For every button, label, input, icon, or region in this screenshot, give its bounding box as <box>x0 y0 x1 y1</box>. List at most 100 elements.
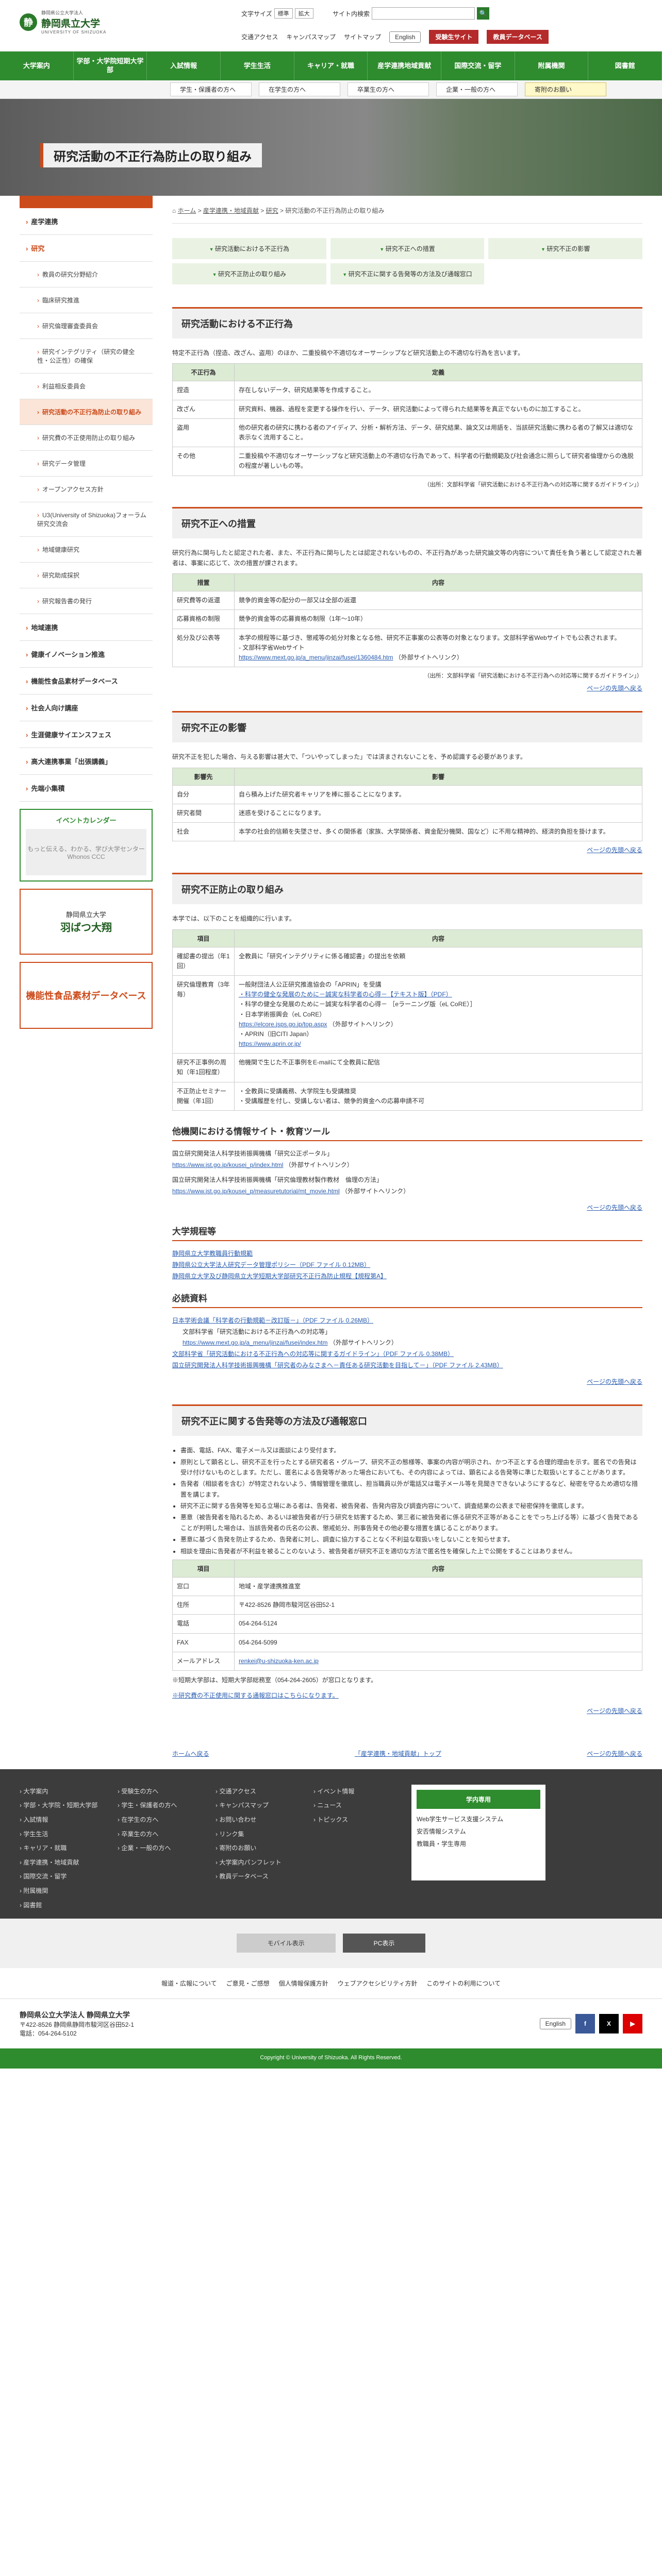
page-top-link[interactable]: ページの先頭へ戻る <box>587 1378 642 1385</box>
internal-link[interactable]: Web学生サービス支援システム <box>417 1813 540 1825</box>
breadcrumb-item[interactable]: 研究 <box>266 207 278 214</box>
footer-link[interactable]: 国際交流・留学 <box>20 1870 107 1884</box>
funding-report-link[interactable]: ※研究費の不正使用に関する通報窓口はこちらになります。 <box>172 1692 339 1699</box>
nav-item[interactable]: 国際交流・留学 <box>441 52 515 80</box>
applicants-site-button[interactable]: 受験生サイト <box>429 30 479 44</box>
mext-link[interactable]: https://www.mext.go.jp/a_menu/jinzai/fus… <box>239 654 393 661</box>
footer-link[interactable]: このサイトの利用について <box>426 1979 501 1988</box>
footer-link[interactable]: 報道・広報について <box>161 1979 217 1988</box>
search-icon[interactable]: 🔍 <box>477 7 490 20</box>
rule-link[interactable]: 静岡県公立大学法人研究データ管理ポリシー（PDF ファイル 0.12MB） <box>172 1261 370 1268</box>
sidebar-item[interactable]: 生涯健康サイエンスフェス <box>20 721 153 748</box>
email-link[interactable]: renkei@u-shizuoka-ken.ac.jp <box>239 1657 319 1665</box>
sidebar-item[interactable]: 産学連携 <box>20 208 153 235</box>
aprin-link[interactable]: https://www.aprin.or.jp/ <box>239 1040 301 1047</box>
sidebar-item[interactable]: 研究費の不正使用防止の取り組み <box>20 425 153 451</box>
audience-item[interactable]: 学生・保護者の方へ <box>170 82 252 96</box>
page-top-link[interactable]: ページの先頭へ戻る <box>587 846 642 854</box>
font-normal-button[interactable]: 標準 <box>274 8 293 19</box>
sidebar-item[interactable]: 研究倫理審査委員会 <box>20 313 153 339</box>
page-top-link[interactable]: ページの先頭へ戻る <box>587 1204 642 1211</box>
event-calendar-banner[interactable]: イベントカレンダー もっと伝える、わかる、学び大学センター Whonos CCC <box>20 809 153 882</box>
youtube-icon[interactable]: ▶ <box>623 2013 642 2033</box>
english-button[interactable]: English <box>389 31 421 43</box>
sidebar-item[interactable]: 先端小集積 <box>20 775 153 802</box>
mobile-view-button[interactable]: モバイル表示 <box>236 1934 336 1953</box>
pc-view-button[interactable]: PC表示 <box>342 1934 426 1953</box>
audience-item[interactable]: 在学生の方へ <box>259 82 340 96</box>
footer-link[interactable]: お問い合わせ <box>216 1813 303 1827</box>
breadcrumb-item[interactable]: 産学連携・地域貢献 <box>203 207 259 214</box>
footer-link[interactable]: 寄附のお願い <box>216 1841 303 1856</box>
footer-link[interactable]: 個人情報保護方針 <box>279 1979 328 1988</box>
footer-link[interactable]: 卒業生の方へ <box>118 1827 205 1842</box>
util-link-access[interactable]: 交通アクセス <box>241 32 278 41</box>
internal-link[interactable]: 安否情報システム <box>417 1825 540 1838</box>
doc-link[interactable]: 国立研究開発法人科学技術振興機構「研究者のみなさまへ－責任ある研究活動を目指して… <box>172 1362 503 1369</box>
footer-link[interactable]: 入試情報 <box>20 1813 107 1827</box>
footer-link[interactable]: 在学生の方へ <box>118 1813 205 1827</box>
nav-item[interactable]: 産学連携地域貢献 <box>368 52 442 80</box>
breadcrumb-home[interactable]: ホーム <box>178 207 196 214</box>
footer-link[interactable]: キャリア・就職 <box>20 1841 107 1856</box>
doc-link[interactable]: 文部科学省「研究活動における不正行為への対応等に関するガイドライン」（PDF フ… <box>172 1350 454 1358</box>
footer-link[interactable]: トピックス <box>313 1813 401 1827</box>
doc-link[interactable]: 日本学術会議「科学者の行動規範－改訂版－」（PDF ファイル 0.26MB） <box>172 1317 373 1324</box>
footer-link[interactable]: ニュース <box>313 1799 401 1813</box>
tool-link[interactable]: https://www.jst.go.jp/kousei_p/index.htm… <box>172 1161 283 1168</box>
sidebar-item[interactable]: 高大連携事業「出張講義」 <box>20 748 153 775</box>
rule-link[interactable]: 静岡県立大学教職員行動規範 <box>172 1250 253 1257</box>
footer-link[interactable]: 大学案内パンフレット <box>216 1856 303 1870</box>
nav-item[interactable]: 学部・大学院短期大学部 <box>74 52 147 80</box>
sidebar-item[interactable]: 研究 <box>20 235 153 262</box>
footer-link[interactable]: 学生生活 <box>20 1827 107 1842</box>
font-large-button[interactable]: 拡大 <box>294 8 313 19</box>
food-db-banner[interactable]: 機能性食品素材データベース <box>20 962 153 1029</box>
x-icon[interactable]: X <box>599 2013 619 2033</box>
page-top-link[interactable]: ページの先頭へ戻る <box>587 685 642 692</box>
audience-item[interactable]: 企業・一般の方へ <box>436 82 518 96</box>
footer-link[interactable]: 附属機関 <box>20 1884 107 1899</box>
sidebar-item[interactable]: 機能性食品素材データベース <box>20 668 153 694</box>
elcore-link[interactable]: https://elcore.jsps.go.jp/top.aspx <box>239 1021 327 1028</box>
sidebar-item[interactable]: 健康イノベーション推進 <box>20 641 153 668</box>
sidebar-item[interactable]: 教員の研究分野紹介 <box>20 262 153 287</box>
footer-link[interactable]: 交通アクセス <box>216 1785 303 1799</box>
rule-link[interactable]: 静岡県立大学及び静岡県立大学短期大学部研究不正行為防止規程【規程第A】 <box>172 1273 387 1280</box>
ethics-text-link[interactable]: ・科学の健全な発展のために－誠実な科学者の心得－【テキスト版】（PDF） <box>239 991 452 998</box>
util-link-sitemap[interactable]: サイトマップ <box>344 32 381 41</box>
sidebar-item[interactable]: 研究活動の不正行為防止の取り組み <box>20 399 153 425</box>
nav-item[interactable]: 図書館 <box>588 52 662 80</box>
faculty-db-button[interactable]: 教員データベース <box>487 30 549 44</box>
footer-link[interactable]: 学部・大学院・短期大学部 <box>20 1799 107 1813</box>
internal-link[interactable]: 教職員・学生専用 <box>417 1838 540 1850</box>
sidebar-item[interactable]: 利益相反委員会 <box>20 374 153 399</box>
sidebar-item[interactable]: オープンアクセス方針 <box>20 477 153 502</box>
nav-item[interactable]: キャリア・就職 <box>294 52 368 80</box>
promo-banner[interactable]: 静岡県立大学 羽ばつ大翔 <box>20 889 153 955</box>
sidebar-item[interactable]: 社会人向け講座 <box>20 694 153 721</box>
sidebar-item[interactable]: 研究助成採択 <box>20 563 153 588</box>
footer-link[interactable]: ウェブアクセシビリティ方針 <box>338 1979 418 1988</box>
sidebar-item[interactable]: 臨床研究推進 <box>20 287 153 313</box>
sidebar-item[interactable]: 研究データ管理 <box>20 451 153 477</box>
index-link[interactable]: 研究不正への措置 <box>330 238 485 259</box>
back-home-link[interactable]: ホームへ戻る <box>172 1749 209 1758</box>
audience-item[interactable]: 卒業生の方へ <box>347 82 429 96</box>
index-link[interactable]: 研究不正に関する告発等の方法及び通報窓口 <box>330 263 485 284</box>
search-input[interactable] <box>372 7 475 20</box>
footer-link[interactable]: リンク集 <box>216 1827 303 1842</box>
footer-link[interactable]: 教員データベース <box>216 1870 303 1884</box>
index-link[interactable]: 研究不正の影響 <box>488 238 642 259</box>
footer-link[interactable]: 企業・一般の方へ <box>118 1841 205 1856</box>
sidebar-item[interactable]: 地域健康研究 <box>20 537 153 563</box>
util-link-map[interactable]: キャンパスマップ <box>286 32 336 41</box>
footer-link[interactable]: 学生・保護者の方へ <box>118 1799 205 1813</box>
index-link[interactable]: 研究不正防止の取り組み <box>172 263 326 284</box>
parent-link[interactable]: 「産学連携・地域貢献」トップ <box>355 1749 441 1758</box>
footer-link[interactable]: 産学連携・地域貢献 <box>20 1856 107 1870</box>
footer-link[interactable]: 図書館 <box>20 1899 107 1913</box>
page-top-link[interactable]: ページの先頭へ戻る <box>587 1707 642 1715</box>
footer-link[interactable]: ご意見・ご感想 <box>226 1979 270 1988</box>
site-logo[interactable]: 静 静岡県公立大学法人 静岡県立大学 UNIVERSITY OF SHIZUOKA <box>20 9 106 35</box>
